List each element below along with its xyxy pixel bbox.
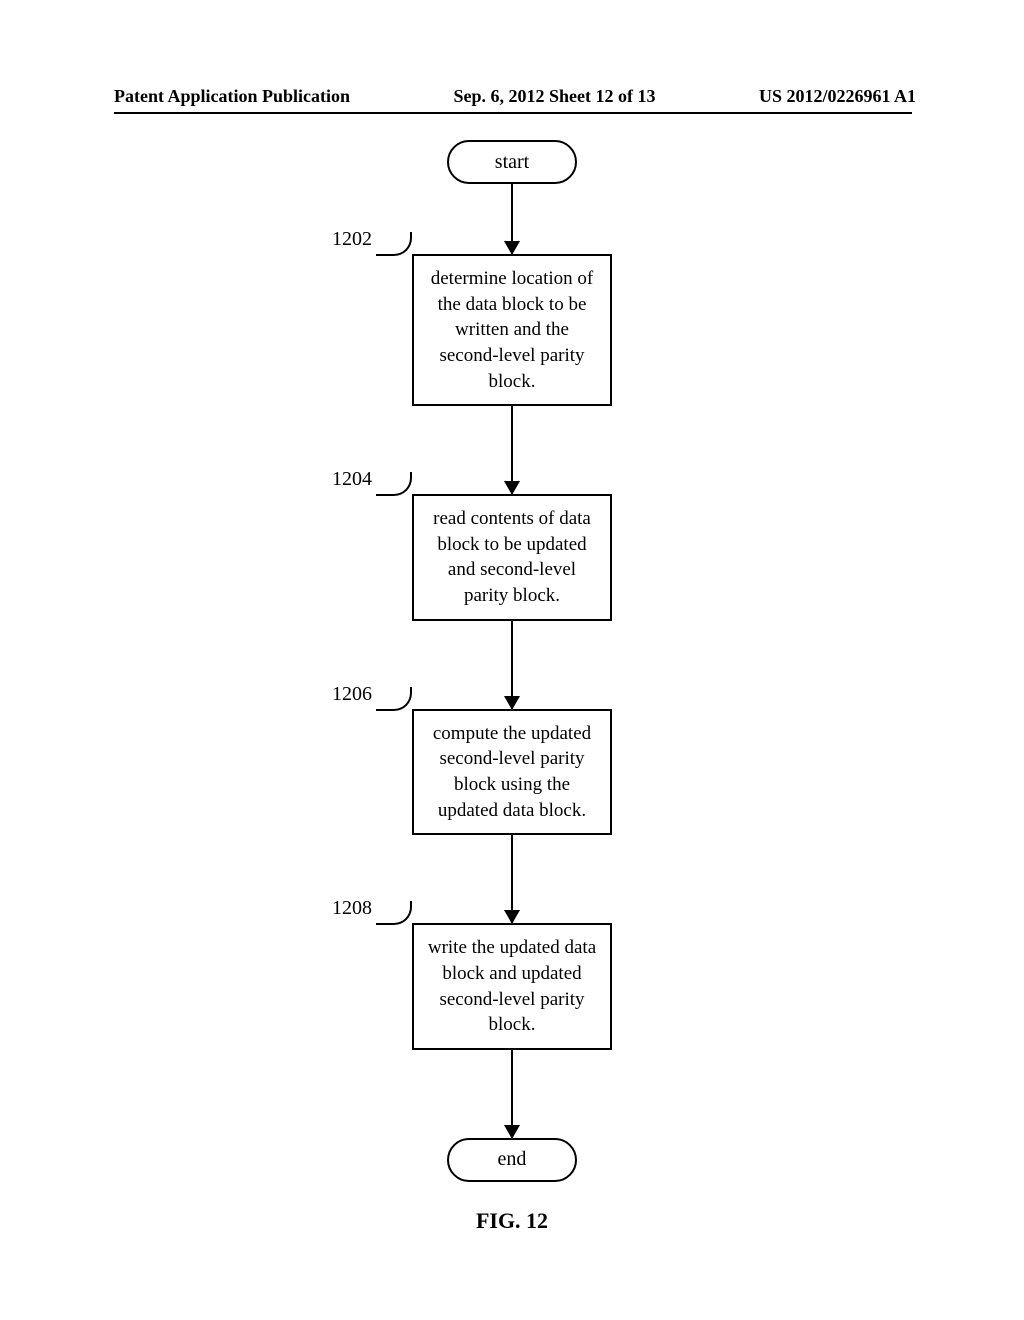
flowchart: start 1202 determine location of the dat… [0, 140, 1024, 1234]
page-header: Patent Application Publication Sep. 6, 2… [0, 86, 1024, 107]
end-terminal: end [447, 1138, 577, 1182]
process-text: read contents of data block to be update… [433, 508, 591, 606]
arrow [0, 1050, 1024, 1138]
header-rule [114, 112, 912, 114]
end-label: end [498, 1148, 527, 1171]
start-terminal: start [447, 140, 577, 184]
header-right: US 2012/0226961 A1 [759, 86, 916, 107]
process-text: write the updated data block and updated… [428, 937, 596, 1035]
figure-caption: FIG. 12 [0, 1208, 1024, 1234]
ref-text: 1208 [332, 897, 372, 920]
ref-text: 1206 [332, 683, 372, 706]
arrow [0, 621, 1024, 709]
ref-1202: 1202 [332, 228, 412, 252]
ref-text: 1204 [332, 468, 372, 491]
ref-1206: 1206 [332, 683, 412, 707]
process-text: compute the updated second-level parity … [433, 723, 591, 821]
arrow [0, 835, 1024, 923]
ref-1204: 1204 [332, 468, 412, 492]
process-1206: compute the updated second-level parity … [412, 709, 612, 836]
process-text: determine location of the data block to … [431, 268, 594, 392]
arrow [0, 184, 1024, 254]
process-1208: write the updated data block and updated… [412, 923, 612, 1050]
header-center: Sep. 6, 2012 Sheet 12 of 13 [454, 86, 656, 107]
start-label: start [495, 151, 529, 174]
ref-1208: 1208 [332, 897, 412, 921]
header-left: Patent Application Publication [114, 86, 350, 107]
process-1202: determine location of the data block to … [412, 254, 612, 406]
process-1204: read contents of data block to be update… [412, 494, 612, 621]
ref-text: 1202 [332, 228, 372, 251]
arrow [0, 406, 1024, 494]
